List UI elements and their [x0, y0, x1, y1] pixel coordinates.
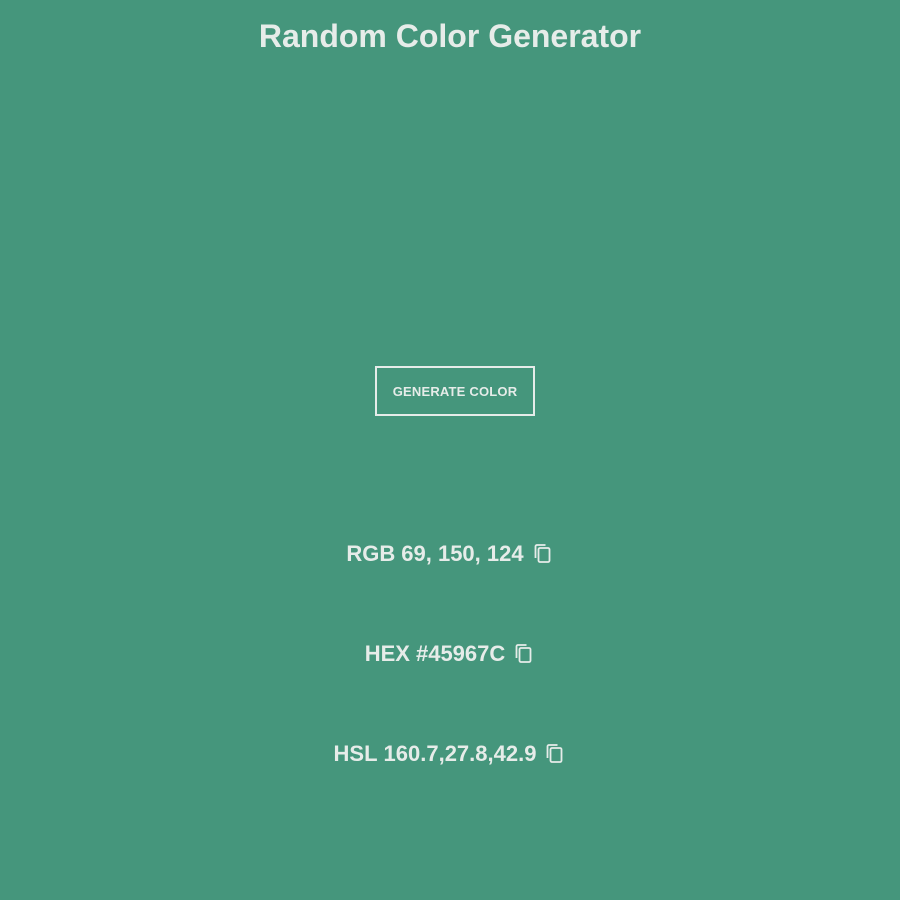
rgb-value: 69, 150, 124	[401, 541, 524, 566]
rgb-row: RGB 69, 150, 124	[0, 540, 900, 568]
copy-icon[interactable]	[544, 742, 566, 766]
hex-value: #45967C	[415, 641, 506, 666]
copy-icon[interactable]	[513, 642, 535, 666]
page-title: Random Color Generator	[258, 18, 642, 54]
hsl-label: HSL	[333, 741, 378, 766]
generate-color-button[interactable]: GENERATE COLOR	[375, 366, 535, 416]
hex-label: HEX	[364, 641, 410, 666]
copy-icon[interactable]	[532, 542, 554, 566]
hsl-row: HSL 160.7,27.8,42.9	[0, 740, 900, 768]
hsl-value: 160.7,27.8,42.9	[383, 741, 537, 766]
rgb-label: RGB	[346, 541, 396, 566]
hex-row: HEX #45967C	[0, 640, 900, 668]
